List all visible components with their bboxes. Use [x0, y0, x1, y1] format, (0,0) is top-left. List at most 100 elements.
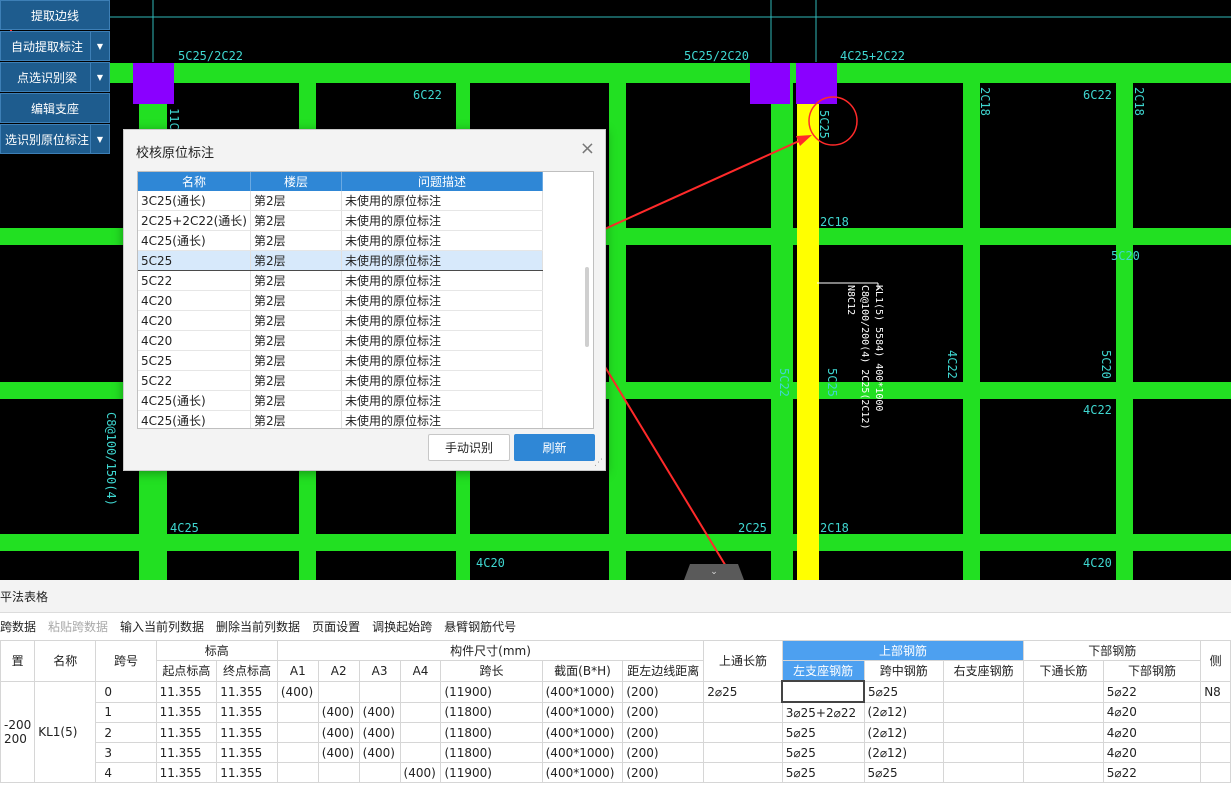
cell-end[interactable]: 11.355 [216, 722, 278, 743]
cell-a4[interactable] [399, 742, 442, 763]
list-item[interactable]: 2C25+2C22(通长) 第2层 未使用的原位标注 [138, 210, 543, 231]
cell-top_through[interactable] [703, 722, 783, 743]
cell-a3[interactable] [358, 680, 401, 703]
chevron-down-icon[interactable]: ▼ [90, 125, 109, 153]
cell-bot_through[interactable] [1023, 680, 1104, 703]
toolbar-item[interactable]: 跨数据 [0, 618, 36, 635]
cell-a1[interactable]: (400) [276, 680, 319, 703]
cell-len[interactable]: (11800) [440, 742, 543, 763]
hdr-right-support[interactable]: 右支座钢筋 [943, 660, 1025, 682]
cell-mid[interactable]: (2⌀12) [863, 701, 945, 723]
cell-side[interactable]: N8 [1200, 680, 1231, 703]
cell-span[interactable]: 2 [95, 722, 157, 743]
cell-bot[interactable]: 4⌀20 [1102, 701, 1202, 723]
hdr-a4[interactable]: A4 [399, 660, 442, 682]
cell-start[interactable]: 11.355 [155, 742, 218, 763]
cell-left[interactable]: 5⌀25 [781, 742, 865, 763]
hdr-pos[interactable]: 置 [0, 640, 36, 682]
cell-bot_through[interactable] [1023, 742, 1104, 763]
cell-a1[interactable] [276, 762, 319, 783]
cell-a2[interactable]: (400) [317, 701, 360, 723]
cell-span[interactable]: 4 [95, 762, 157, 783]
toolbar-item[interactable]: 悬臂钢筋代号 [444, 618, 516, 635]
cell-side[interactable] [1200, 762, 1231, 783]
cell-right[interactable] [943, 680, 1025, 703]
hdr-section[interactable]: 截面(B*H) [541, 660, 624, 682]
cell-name[interactable]: KL1(5) [34, 680, 97, 783]
chevron-down-icon[interactable]: ▼ [90, 63, 109, 91]
toolbar-item[interactable]: 粘贴跨数据 [48, 618, 108, 635]
hdr-span[interactable]: 跨号 [95, 640, 157, 682]
cell-a2[interactable]: (400) [317, 722, 360, 743]
cell-bot[interactable]: 5⌀22 [1102, 680, 1202, 703]
hdr-top-bar[interactable]: 上部钢筋 [781, 640, 1025, 661]
scrollbar[interactable] [585, 267, 589, 347]
cell-len[interactable]: (11900) [440, 762, 543, 783]
cell-start[interactable]: 11.355 [155, 722, 218, 743]
list-item[interactable]: 4C25(通长) 第2层 未使用的原位标注 [138, 390, 543, 411]
cell-left[interactable]: 5⌀25 [781, 722, 865, 743]
hdr-a2[interactable]: A2 [317, 660, 360, 682]
cell-mid[interactable]: 5⌀25 [863, 762, 945, 783]
cell-start[interactable]: 11.355 [155, 762, 218, 783]
list-item[interactable]: 5C25 第2层 未使用的原位标注 [138, 250, 543, 271]
list-item[interactable]: 3C25(通长) 第2层 未使用的原位标注 [138, 191, 543, 211]
cell-end[interactable]: 11.355 [216, 762, 278, 783]
cell-a2[interactable]: (400) [317, 742, 360, 763]
cell-len[interactable]: (11900) [440, 680, 543, 703]
hdr-dist[interactable]: 距左边线距离 [622, 660, 705, 682]
cell-a4[interactable] [399, 701, 442, 723]
cell-side[interactable] [1200, 742, 1231, 763]
cell-start[interactable]: 11.355 [155, 680, 218, 703]
cell-sec[interactable]: (400*1000) [541, 742, 624, 763]
cell-dist[interactable]: (200) [622, 680, 705, 703]
cell-left[interactable]: 3⌀25+2⌀22 [781, 701, 865, 723]
hdr-a1[interactable]: A1 [276, 660, 319, 682]
cell-side[interactable] [1200, 722, 1231, 743]
cell-a1[interactable] [276, 701, 319, 723]
hdr-left-support[interactable]: 左支座钢筋 [781, 660, 865, 682]
cell-pos[interactable]: -200 200 [0, 680, 36, 783]
annotation-list[interactable]: 名称 楼层 问题描述 3C25(通长) 第2层 未使用的原位标注 2C25+2C22(… [137, 171, 594, 429]
cell-a4[interactable]: (400) [399, 762, 442, 783]
cell-a4[interactable] [399, 680, 442, 703]
hdr-elev[interactable]: 标高 [155, 640, 278, 661]
cmd-extract-edge[interactable]: 提取边线 [0, 0, 110, 30]
hdr-end-elev[interactable]: 终点标高 [216, 660, 278, 682]
toolbar-item[interactable]: 输入当前列数据 [120, 618, 204, 635]
hdr-bottom[interactable]: 下部钢筋 [1102, 660, 1202, 682]
cell-a3[interactable]: (400) [358, 722, 401, 743]
cell-dist[interactable]: (200) [622, 701, 705, 723]
close-icon[interactable]: × [580, 138, 595, 159]
chevron-down-icon[interactable]: ▼ [90, 32, 109, 60]
col-floor[interactable]: 楼层 [250, 172, 342, 191]
list-item[interactable]: 4C25(通长) 第2层 未使用的原位标注 [138, 410, 543, 428]
cell-bot[interactable]: 4⌀20 [1102, 722, 1202, 743]
cell-a2[interactable] [317, 680, 360, 703]
hdr-start-elev[interactable]: 起点标高 [155, 660, 218, 682]
cell-bot[interactable]: 4⌀20 [1102, 742, 1202, 763]
cell-right[interactable] [943, 722, 1025, 743]
cell-len[interactable]: (11800) [440, 701, 543, 723]
hdr-mid[interactable]: 跨中钢筋 [863, 660, 945, 682]
hdr-dims[interactable]: 构件尺寸(mm) [276, 640, 705, 661]
resize-grip-icon[interactable]: ⋰ [594, 458, 603, 468]
selected-beam[interactable] [797, 80, 819, 580]
cell-bot_through[interactable] [1023, 701, 1104, 723]
cell-mid[interactable]: (2⌀12) [863, 722, 945, 743]
cell-right[interactable] [943, 742, 1025, 763]
cell-bot_through[interactable] [1023, 722, 1104, 743]
list-item[interactable]: 4C20 第2层 未使用的原位标注 [138, 330, 543, 351]
cell-top_through[interactable] [703, 762, 783, 783]
cell-right[interactable] [943, 701, 1025, 723]
cell-a4[interactable] [399, 722, 442, 743]
cmd-identify-inplace[interactable]: 选识别原位标注 ▼ [0, 124, 110, 154]
cell-len[interactable]: (11800) [440, 722, 543, 743]
cell-left[interactable]: 5⌀25 [781, 762, 865, 783]
cell-mid[interactable]: 5⌀25 [863, 680, 945, 703]
cell-bot[interactable]: 5⌀22 [1102, 762, 1202, 783]
cell-end[interactable]: 11.355 [216, 680, 278, 703]
cell-a1[interactable] [276, 742, 319, 763]
cell-dist[interactable]: (200) [622, 722, 705, 743]
cmd-edit-support[interactable]: 编辑支座 [0, 93, 110, 123]
